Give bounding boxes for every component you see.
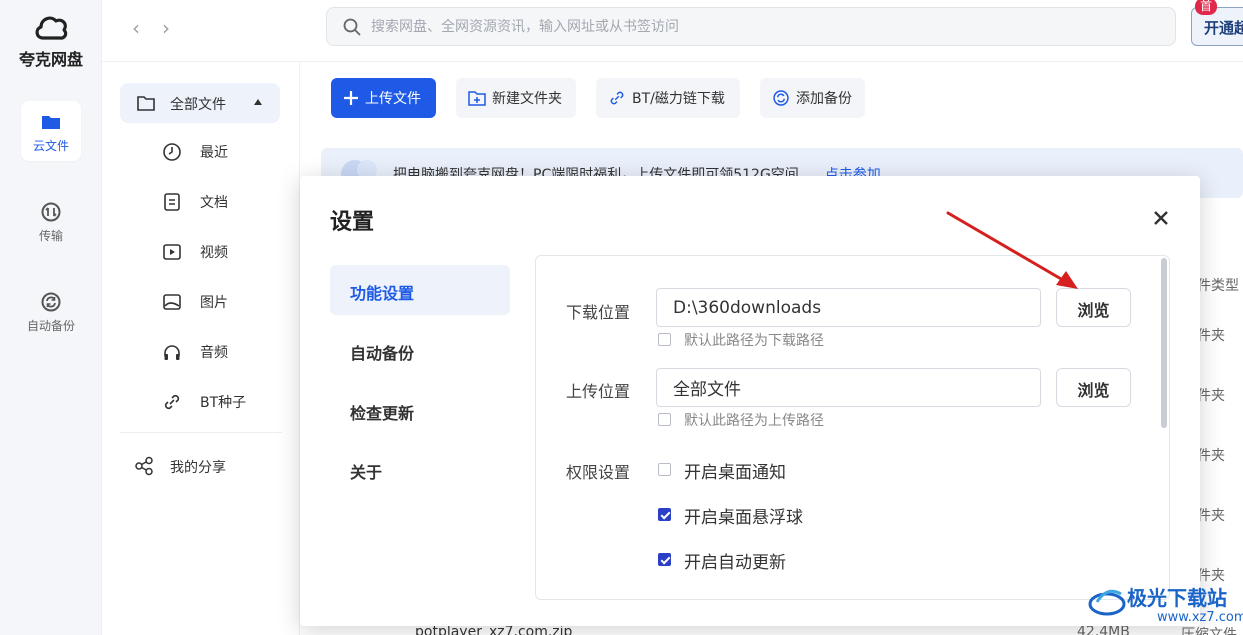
file-type-cell: 件夹 [1197, 388, 1225, 404]
image-icon [163, 294, 181, 310]
settings-tab-check-update[interactable]: 检查更新 [330, 385, 510, 435]
caret-up-icon [254, 99, 262, 105]
download-default-label: 默认此路径为下载路径 [684, 333, 824, 349]
video-icon [163, 244, 181, 260]
nav-item-label: 视频 [200, 245, 228, 261]
share-icon [135, 456, 153, 476]
back-button[interactable]: ‹ [126, 16, 146, 40]
app-name: 夸克网盘 [18, 50, 83, 69]
nav-item-recent[interactable]: 最近 [162, 137, 282, 167]
watermark-logo-icon [1088, 589, 1126, 616]
nav-item-label: 图片 [200, 295, 228, 311]
new-folder-icon [468, 91, 486, 106]
nav-item-images[interactable]: 图片 [162, 287, 282, 317]
nav-item-label: 最近 [200, 145, 228, 161]
column-header-type[interactable]: 件类型 [1197, 275, 1239, 295]
upload-button[interactable]: 上传文件 [331, 78, 436, 118]
side-nav: 全部文件 最近 文档 视频 图片 音频 BT种子 我的分享 [102, 62, 300, 635]
top-bar: ‹ › 开通超 首 [102, 0, 1243, 62]
nav-item-label: 全部文件 [170, 97, 226, 113]
search-input[interactable] [371, 8, 1161, 45]
headphones-icon [164, 345, 180, 360]
app-rail: 夸克网盘 云文件 传输 自动备份 [0, 0, 102, 635]
nav-item-documents[interactable]: 文档 [162, 187, 282, 217]
settings-tab-about[interactable]: 关于 [330, 444, 510, 494]
sync-icon [41, 292, 61, 312]
bt-download-button[interactable]: BT/磁力链下载 [596, 78, 740, 118]
folder-outline-icon [137, 96, 155, 111]
upload-default-checkbox[interactable] [658, 413, 671, 426]
panel-scrollbar[interactable] [1161, 258, 1167, 428]
watermark-url: www.xz7.com [1157, 610, 1243, 625]
settings-tab-general[interactable]: 功能设置 [330, 265, 510, 315]
clock-icon [163, 143, 181, 161]
search-icon [343, 18, 361, 36]
permission-settings-label: 权限设置 [566, 463, 631, 482]
download-location-label: 下载位置 [566, 303, 631, 322]
new-folder-button[interactable]: 新建文件夹 [456, 78, 576, 118]
plus-icon [344, 91, 358, 105]
folder-icon [42, 116, 60, 129]
desktop-notify-label: 开启桌面通知 [684, 463, 786, 483]
file-type-cell: 件夹 [1197, 328, 1225, 344]
add-backup-button[interactable]: 添加备份 [760, 78, 865, 118]
auto-update-checkbox[interactable] [658, 553, 671, 566]
upload-browse-button[interactable]: 浏览 [1056, 368, 1131, 407]
nav-item-all-files[interactable]: 全部文件 [120, 83, 280, 123]
upload-button-label: 上传文件 [365, 91, 421, 107]
watermark: 极光下载站 www.xz7.com [1085, 578, 1243, 635]
nav-item-bt-torrent[interactable]: BT种子 [162, 387, 282, 417]
link-icon [610, 91, 624, 105]
upload-path-input[interactable] [656, 368, 1041, 407]
search-box[interactable] [326, 7, 1176, 46]
floating-ball-checkbox[interactable] [658, 508, 671, 521]
rail-item-auto-backup[interactable]: 自动备份 [21, 281, 81, 341]
upload-location-label: 上传位置 [566, 382, 631, 401]
nav-item-audio[interactable]: 音频 [162, 337, 282, 367]
bt-download-label: BT/磁力链下载 [632, 91, 725, 107]
app-logo: 夸克网盘 [0, 12, 102, 70]
annotation-arrow-icon [946, 211, 1078, 289]
settings-panel: 下载位置 浏览 默认此路径为下载路径 上传位置 浏览 默认此路径为上传路径 权限… [535, 255, 1170, 600]
download-default-checkbox[interactable] [658, 333, 671, 346]
transfer-icon [41, 202, 61, 222]
file-type-cell: 件夹 [1197, 448, 1225, 464]
sync-icon [773, 90, 789, 106]
dialog-title: 设置 [330, 210, 375, 235]
rail-item-cloud-files[interactable]: 云文件 [21, 101, 81, 161]
close-icon[interactable] [1151, 208, 1171, 228]
nav-item-label: 我的分享 [170, 460, 226, 476]
watermark-text: 极光下载站 [1127, 586, 1227, 610]
vip-badge: 首 [1195, 0, 1218, 15]
add-backup-label: 添加备份 [796, 91, 852, 107]
auto-update-label: 开启自动更新 [684, 553, 786, 573]
nav-item-label: 音频 [200, 345, 228, 361]
rail-item-label: 云文件 [32, 139, 69, 153]
rail-item-transfer[interactable]: 传输 [21, 191, 81, 251]
rail-item-label: 传输 [38, 229, 63, 243]
rail-item-label: 自动备份 [26, 319, 75, 333]
nav-item-video[interactable]: 视频 [162, 237, 282, 267]
nav-item-label: 文档 [200, 195, 228, 211]
document-icon [164, 193, 180, 211]
upload-default-label: 默认此路径为上传路径 [684, 413, 824, 429]
desktop-notify-checkbox[interactable] [658, 463, 671, 476]
cloud-logo-icon [35, 16, 68, 40]
nav-item-my-share[interactable]: 我的分享 [120, 446, 280, 486]
forward-button[interactable]: › [156, 16, 176, 40]
nav-divider [120, 432, 282, 433]
link-icon [164, 394, 180, 410]
floating-ball-label: 开启桌面悬浮球 [684, 508, 803, 528]
nav-item-label: BT种子 [200, 395, 247, 411]
new-folder-label: 新建文件夹 [492, 91, 562, 107]
file-type-cell: 件夹 [1197, 508, 1225, 524]
settings-tab-auto-backup[interactable]: 自动备份 [330, 325, 510, 375]
